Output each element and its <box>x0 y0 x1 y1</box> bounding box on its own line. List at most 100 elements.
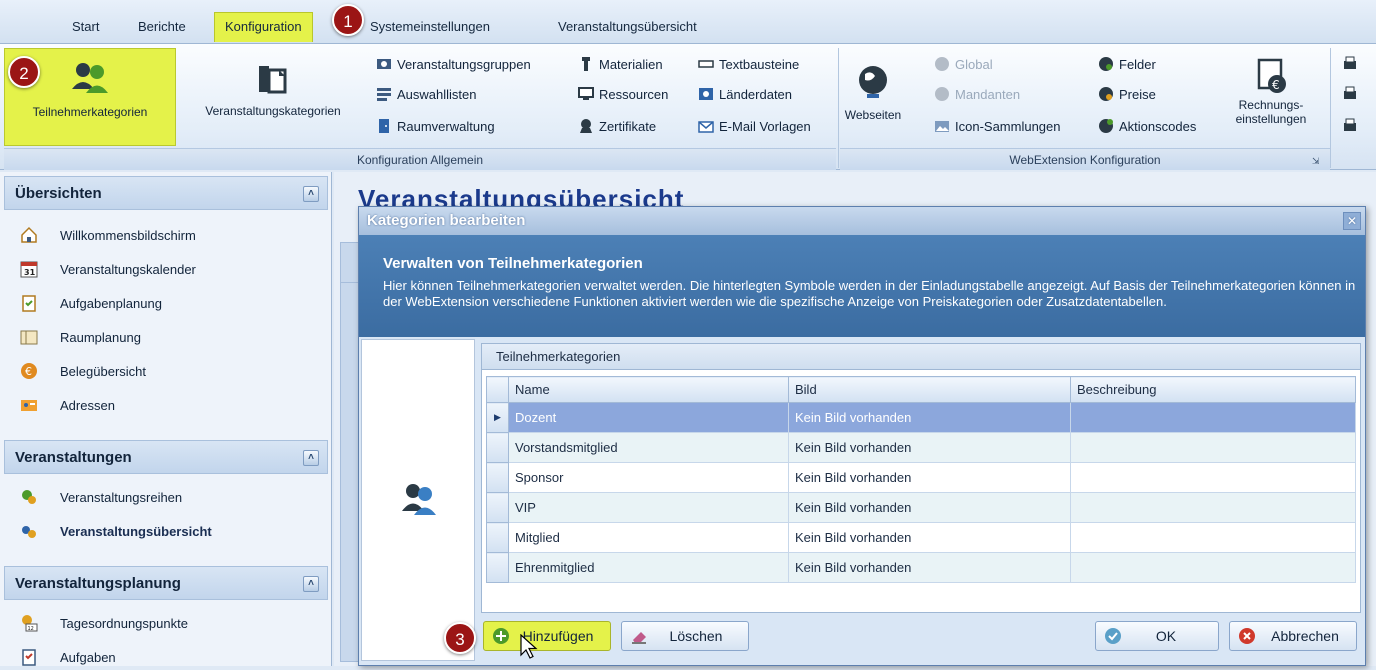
certificate-icon <box>580 119 592 133</box>
invoice-euro-icon: € <box>1257 58 1286 93</box>
veranstaltungskategorien-button[interactable]: Veranstaltungskategorien <box>180 48 366 146</box>
printer-icon[interactable] <box>1342 56 1358 72</box>
close-icon[interactable]: ✕ <box>1343 212 1361 230</box>
step-marker-1: 1 <box>332 4 364 36</box>
monitor-icon <box>578 87 594 100</box>
navigation-sidebar: Übersichten ˄ Willkommensbildschirm 31 Ve… <box>0 172 332 666</box>
tab-systemeinstellungen[interactable]: Systemeinstellungen <box>360 14 500 40</box>
global-button[interactable]: Global <box>934 52 993 78</box>
nav-tagesordnungspunkte[interactable]: 12 Tagesordnungspunkte <box>20 612 188 636</box>
ressourcen-button[interactable]: Ressourcen <box>578 82 668 108</box>
dialog-titlebar[interactable]: Kategorien bearbeiten ✕ <box>359 207 1365 235</box>
task-icon <box>22 649 36 666</box>
nav-willkommensbildschirm[interactable]: Willkommensbildschirm <box>20 224 196 248</box>
felder-button[interactable]: Felder <box>1098 52 1156 78</box>
category-icon-panel <box>361 339 475 661</box>
raumverwaltung-button[interactable]: Raumverwaltung <box>376 114 495 140</box>
section-title: Veranstaltungen <box>15 449 132 466</box>
cell-beschreibung[interactable] <box>1070 402 1356 433</box>
nav-adressen[interactable]: Adressen <box>20 394 115 418</box>
nav-veranstaltungsuebersicht[interactable]: Veranstaltungsübersicht <box>20 520 212 544</box>
preise-label: Preise <box>1119 87 1156 102</box>
printer-icon[interactable] <box>1342 118 1358 134</box>
cell-bild[interactable]: Kein Bild vorhanden <box>788 492 1071 523</box>
cell-name[interactable]: Sponsor <box>508 462 789 493</box>
column-header-name[interactable]: Name <box>508 376 789 403</box>
people-icon <box>402 484 436 515</box>
section-header-uebersichten[interactable]: Übersichten ˄ <box>4 176 328 210</box>
printer-icon[interactable] <box>1342 86 1358 102</box>
section-header-veranstaltungen[interactable]: Veranstaltungen ˄ <box>4 440 328 474</box>
ok-button[interactable]: OK <box>1095 621 1219 651</box>
ok-label: OK <box>1155 628 1177 644</box>
cell-name[interactable]: Vorstandsmitglied <box>508 432 789 463</box>
cell-name[interactable]: VIP <box>508 492 789 523</box>
email-vorlagen-button[interactable]: E-Mail Vorlagen <box>698 114 811 140</box>
row-selector <box>486 522 509 553</box>
column-header-beschreibung[interactable]: Beschreibung <box>1070 376 1356 403</box>
collapse-icon[interactable]: ˄ <box>303 186 319 202</box>
cell-beschreibung[interactable] <box>1070 552 1356 583</box>
tab-start[interactable]: Start <box>62 14 109 40</box>
cell-beschreibung[interactable] <box>1070 492 1356 523</box>
laenderdaten-button[interactable]: Länderdaten <box>698 82 792 108</box>
calendar-day: 31 <box>24 268 36 277</box>
table-row[interactable]: Ehrenmitglied Kein Bild vorhanden <box>486 552 1356 583</box>
globe-gear-icon <box>935 57 949 71</box>
cell-beschreibung[interactable] <box>1070 432 1356 463</box>
rechnungseinstellungen-button[interactable]: € Rechnungs- einstellungen <box>1226 48 1316 146</box>
hinzufuegen-label: Hinzufügen <box>522 628 594 644</box>
table-row[interactable]: ▶ Dozent Kein Bild vorhanden <box>486 402 1356 433</box>
cell-bild[interactable]: Kein Bild vorhanden <box>788 552 1071 583</box>
cell-bild[interactable]: Kein Bild vorhanden <box>788 522 1071 553</box>
nav-beleguebersicht[interactable]: € Belegübersicht <box>20 360 146 384</box>
materialien-button[interactable]: Materialien <box>578 52 663 78</box>
cell-bild[interactable]: Kein Bild vorhanden <box>788 402 1071 433</box>
collapse-icon[interactable]: ˄ <box>303 450 319 466</box>
cell-name[interactable]: Mitglied <box>508 522 789 553</box>
nav-aufgaben[interactable]: Aufgaben <box>20 646 116 670</box>
globe-gear-icon <box>935 87 949 101</box>
hinzufuegen-button[interactable]: Hinzufügen <box>483 621 611 651</box>
veranstaltungsgruppen-button[interactable]: Veranstaltungsgruppen <box>376 52 531 78</box>
table-row[interactable]: Mitglied Kein Bild vorhanden <box>486 522 1356 553</box>
email-vorlagen-label: E-Mail Vorlagen <box>719 119 811 134</box>
nav-veranstaltungsreihen[interactable]: Veranstaltungsreihen <box>20 486 182 510</box>
nav-aufgabenplanung[interactable]: Aufgabenplanung <box>20 292 162 316</box>
table-row[interactable]: Sponsor Kein Bild vorhanden <box>486 462 1356 493</box>
nav-label: Adressen <box>60 398 115 413</box>
row-pointer-icon: ▶ <box>486 402 509 433</box>
email-template-icon <box>698 121 714 133</box>
abbrechen-button[interactable]: Abbrechen <box>1229 621 1357 651</box>
aktionscodes-button[interactable]: Aktionscodes <box>1098 114 1196 140</box>
group-label-konfiguration-allgemein: Konfiguration Allgemein <box>4 148 836 170</box>
textbausteine-button[interactable]: Textbausteine <box>698 52 799 78</box>
zertifikate-button[interactable]: Zertifikate <box>578 114 656 140</box>
cell-beschreibung[interactable] <box>1070 522 1356 553</box>
cell-name[interactable]: Dozent <box>508 402 789 433</box>
preise-button[interactable]: Preise <box>1098 82 1156 108</box>
cell-bild[interactable]: Kein Bild vorhanden <box>788 462 1071 493</box>
icon-sammlungen-button[interactable]: Icon-Sammlungen <box>934 114 1061 140</box>
table-row[interactable]: VIP Kein Bild vorhanden <box>486 492 1356 523</box>
tab-veranstaltungsuebersicht[interactable]: Veranstaltungsübersicht <box>548 14 707 40</box>
nav-raumplanung[interactable]: Raumplanung <box>20 326 141 350</box>
tab-berichte[interactable]: Berichte <box>128 14 196 40</box>
loeschen-button[interactable]: Löschen <box>621 621 749 651</box>
dialog-launcher-icon[interactable]: ⇲ <box>1312 156 1322 166</box>
felder-label: Felder <box>1119 57 1156 72</box>
auswahllisten-button[interactable]: Auswahllisten <box>376 82 477 108</box>
cell-bild[interactable]: Kein Bild vorhanden <box>788 432 1071 463</box>
nav-label: Belegübersicht <box>60 364 146 379</box>
nav-veranstaltungskalender[interactable]: 31 Veranstaltungskalender <box>20 258 196 282</box>
tab-konfiguration[interactable]: Konfiguration <box>214 12 313 42</box>
column-header-bild[interactable]: Bild <box>788 376 1071 403</box>
dialog-header: Verwalten von Teilnehmerkategorien Hier … <box>359 235 1365 337</box>
cell-beschreibung[interactable] <box>1070 462 1356 493</box>
webseiten-button[interactable]: Webseiten <box>842 48 904 146</box>
mandanten-button[interactable]: Mandanten <box>934 82 1020 108</box>
cell-name[interactable]: Ehrenmitglied <box>508 552 789 583</box>
section-header-veranstaltungsplanung[interactable]: Veranstaltungsplanung ˄ <box>4 566 328 600</box>
collapse-icon[interactable]: ˄ <box>303 576 319 592</box>
table-row[interactable]: Vorstandsmitglied Kein Bild vorhanden <box>486 432 1356 463</box>
